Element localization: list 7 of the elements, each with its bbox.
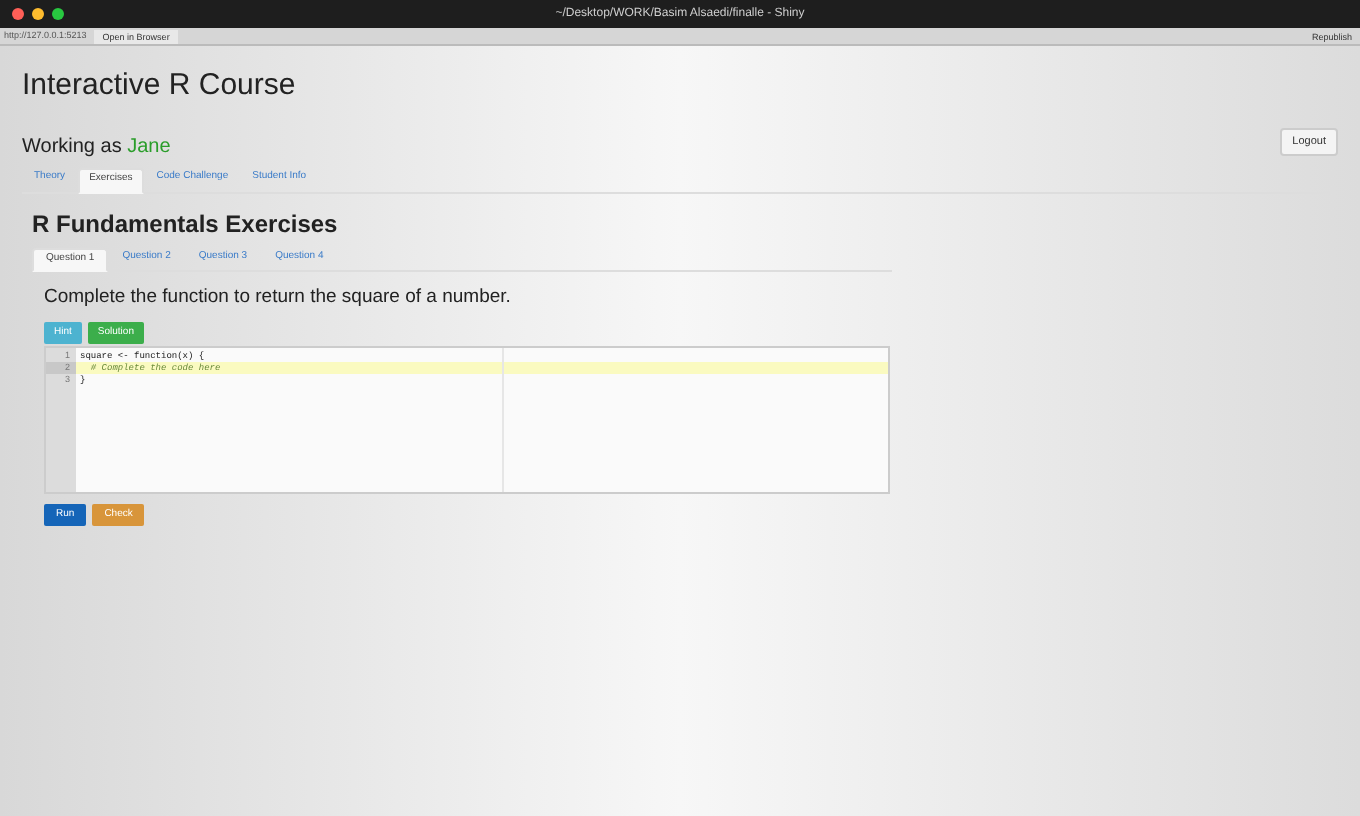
question-text: Complete the function to return the square of a number. — [44, 283, 513, 311]
close-window-icon[interactable] — [12, 8, 24, 20]
section-title: R Fundamentals Exercises — [32, 207, 340, 241]
maximize-window-icon[interactable] — [52, 8, 64, 20]
minimize-window-icon[interactable] — [32, 8, 44, 20]
app-title: Interactive R Course — [22, 66, 298, 106]
working-as-text: Working as Jane — [22, 133, 171, 161]
